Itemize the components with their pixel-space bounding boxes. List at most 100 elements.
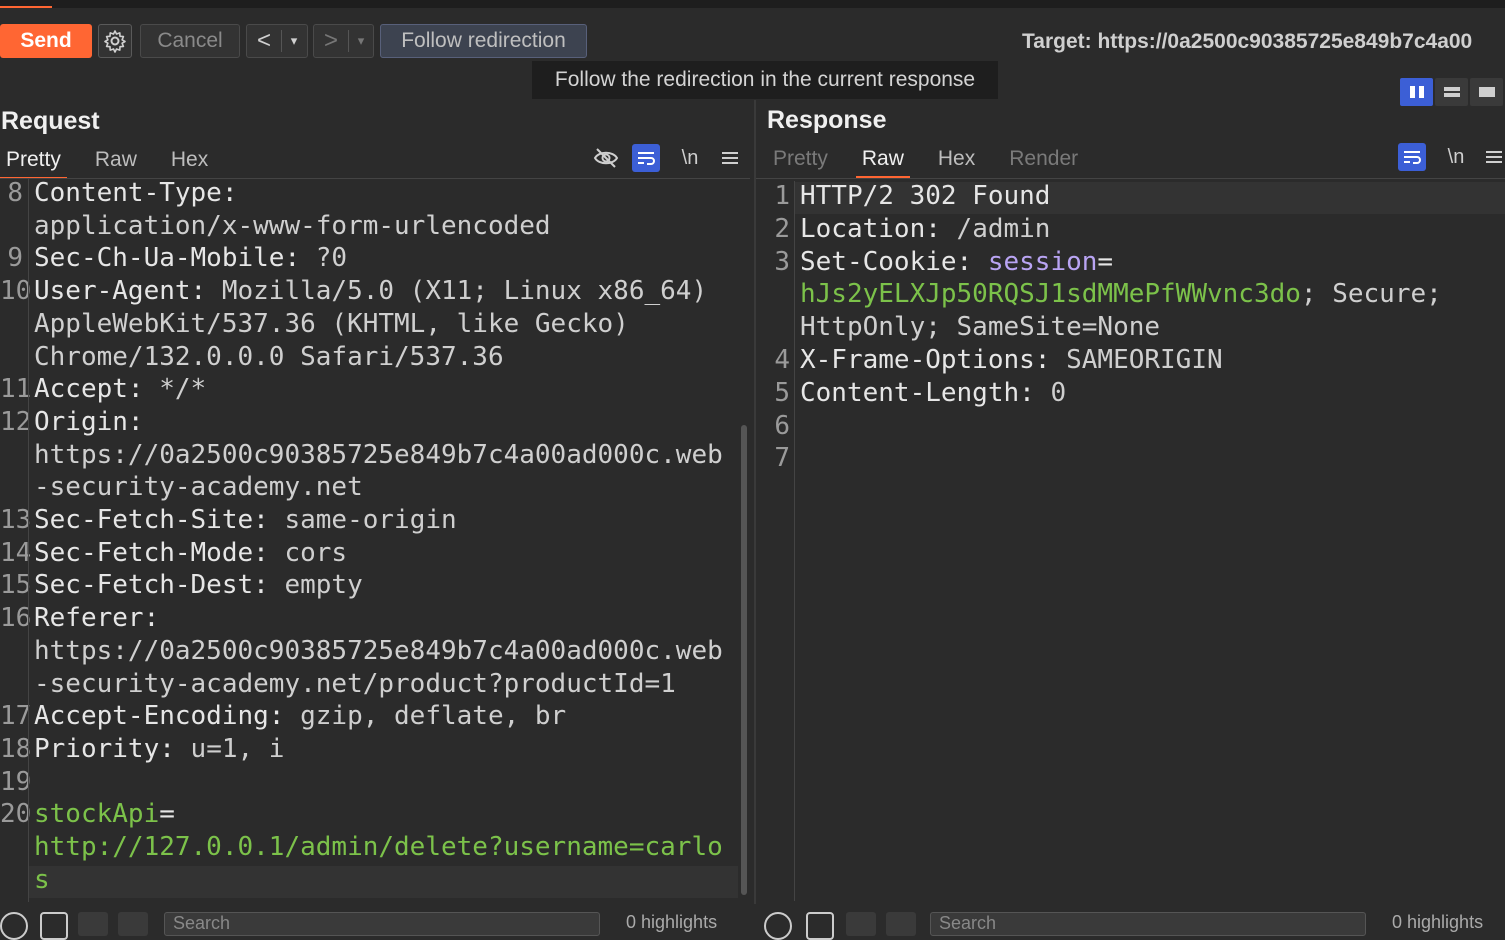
request-tab-raw[interactable]: Raw bbox=[95, 148, 137, 172]
response-tab-raw[interactable]: Raw bbox=[855, 147, 910, 178]
request-token: gzip, deflate, br bbox=[284, 701, 567, 732]
request-line-number: 20 bbox=[0, 799, 32, 830]
back-button-group[interactable]: < ▾ bbox=[246, 24, 308, 58]
request-code-line: Sec-Fetch-Mode: cors bbox=[34, 538, 347, 568]
response-editor[interactable]: 1 HTTP/2 302 Found 2 Location: /admin 3 Set-C… bbox=[766, 181, 1505, 901]
request-code-line: -security-academy.net/product?productId=… bbox=[34, 669, 676, 699]
response-search-input[interactable]: Search bbox=[930, 912, 1366, 936]
layout-single-button[interactable] bbox=[1470, 78, 1503, 106]
hide-nonprintable-button[interactable] bbox=[592, 144, 620, 172]
request-tab-icons: \n bbox=[592, 144, 744, 172]
target-url[interactable]: Target: https://0a2500c90385725e849b7c4a… bbox=[1022, 30, 1472, 54]
request-code-line: Content-Type: bbox=[34, 178, 238, 208]
request-code-line: stockApi= bbox=[34, 799, 175, 829]
request-token: Priority: bbox=[34, 733, 175, 764]
request-search-matches: 0 highlights bbox=[626, 912, 718, 932]
response-line-number: 4 bbox=[774, 345, 790, 375]
show-newlines-button[interactable]: \n bbox=[676, 147, 704, 170]
response-code-line: HttpOnly; SameSite=None bbox=[800, 312, 1160, 342]
request-token: */* bbox=[143, 374, 207, 405]
response-code-line: Set-Cookie: session= bbox=[800, 247, 1113, 277]
layout-stacked-button[interactable] bbox=[1435, 78, 1468, 106]
settings-button[interactable] bbox=[98, 24, 132, 58]
request-token: s bbox=[34, 864, 50, 895]
response-token: SAMEORIGIN bbox=[1050, 345, 1223, 375]
help-icon[interactable] bbox=[0, 912, 28, 940]
request-token: Referer: bbox=[34, 603, 160, 634]
back-dropdown-icon[interactable]: ▾ bbox=[282, 33, 306, 49]
layout-side-by-side-button[interactable] bbox=[1400, 78, 1433, 106]
pane-splitter[interactable] bbox=[754, 100, 756, 904]
response-search-prev-button[interactable] bbox=[846, 912, 876, 936]
cancel-button[interactable]: Cancel bbox=[140, 24, 240, 58]
request-token: u=1, i bbox=[174, 733, 285, 764]
request-code-line: https://0a2500c90385725e849b7c4a00ad000c… bbox=[34, 636, 723, 666]
request-code-line: Priority: u=1, i bbox=[34, 734, 284, 764]
follow-redirection-button[interactable]: Follow redirection bbox=[380, 24, 587, 58]
response-search-next-button[interactable] bbox=[886, 912, 916, 936]
response-word-wrap-button[interactable] bbox=[1398, 143, 1426, 171]
response-token: hJs2yELXJp50RQSJ1sdMMePfWWvnc3do bbox=[800, 279, 1301, 310]
request-token: Sec-Fetch-Site: bbox=[34, 505, 269, 535]
request-gutter-divider bbox=[28, 178, 29, 902]
request-code-line: https://0a2500c90385725e849b7c4a00ad000c… bbox=[34, 440, 723, 470]
request-editor[interactable]: 8 Content-Type: application/x-www-form-url… bbox=[0, 178, 740, 902]
hamburger-menu-icon bbox=[1486, 151, 1502, 163]
request-token: https://0a2500c90385725e849b7c4a00ad000c… bbox=[34, 635, 723, 666]
response-tab-hex[interactable]: Hex bbox=[938, 147, 975, 171]
search-settings-gear-icon[interactable] bbox=[40, 912, 68, 940]
request-search-input[interactable]: Search bbox=[164, 912, 600, 936]
response-token: HTTP/2 302 Found bbox=[800, 181, 1051, 211]
response-tab-render[interactable]: Render bbox=[1009, 147, 1078, 171]
request-token: http://127.0.0.1/admin/delete?username=c… bbox=[34, 832, 723, 862]
request-token: cors bbox=[268, 537, 348, 568]
request-menu-button[interactable] bbox=[716, 150, 744, 166]
forward-arrow-icon[interactable]: > bbox=[314, 25, 348, 57]
response-token: HttpOnly; SameSite=None bbox=[800, 312, 1161, 343]
response-show-newlines-button[interactable]: \n bbox=[1442, 146, 1470, 169]
response-title: Response bbox=[767, 106, 887, 134]
response-token: Content-Length: bbox=[800, 377, 1035, 408]
request-tab-hex[interactable]: Hex bbox=[171, 148, 208, 172]
request-line-number: 11 bbox=[0, 374, 32, 405]
request-token: Content-Type: bbox=[34, 178, 238, 208]
response-line-number: 7 bbox=[774, 443, 790, 474]
forward-dropdown-icon[interactable]: ▾ bbox=[349, 33, 373, 49]
response-tab-pretty[interactable]: Pretty bbox=[773, 147, 828, 171]
request-token: Sec-Ch-Ua-Mobile: bbox=[34, 243, 301, 274]
request-token: Sec-Fetch-Mode: bbox=[34, 537, 269, 568]
request-token: Chrome/132.0.0.0 Safari/537.36 bbox=[34, 341, 504, 372]
search-prev-button[interactable] bbox=[78, 912, 108, 936]
response-search-settings-gear-icon[interactable] bbox=[806, 912, 834, 940]
forward-button-group[interactable]: > ▾ bbox=[313, 24, 374, 58]
columns-icon bbox=[1409, 86, 1424, 98]
request-code-line: application/x-www-form-urlencoded bbox=[34, 211, 551, 241]
response-line-number: 5 bbox=[774, 377, 790, 408]
response-search-matches: 0 highlights bbox=[1392, 912, 1484, 932]
word-wrap-button[interactable] bbox=[632, 144, 660, 172]
request-token: empty bbox=[268, 570, 363, 601]
response-code-line: Location: /admin bbox=[800, 214, 1050, 244]
request-token: Accept-Encoding: bbox=[34, 701, 285, 732]
request-token: ?0 bbox=[300, 243, 348, 274]
request-token: AppleWebKit/537.36 (KHTML, like Gecko) bbox=[34, 308, 629, 339]
request-token: -security-academy.net/product?productId=… bbox=[34, 668, 676, 699]
follow-redirection-tooltip: Follow the redirection in the current re… bbox=[532, 61, 998, 99]
request-title: Request bbox=[1, 107, 100, 135]
request-tab-pretty[interactable]: Pretty bbox=[0, 148, 67, 179]
send-button[interactable]: Send bbox=[0, 24, 92, 58]
request-line-number: 14 bbox=[0, 537, 32, 568]
response-menu-button[interactable] bbox=[1482, 149, 1505, 165]
search-next-button[interactable] bbox=[118, 912, 148, 936]
response-help-icon[interactable] bbox=[764, 912, 792, 940]
bottom-search-bar: Search 0 highlights Search 0 highlights bbox=[0, 904, 1505, 940]
response-token: 0 bbox=[1034, 377, 1067, 408]
request-scrollbar[interactable] bbox=[741, 425, 747, 895]
response-token: Set-Cookie: bbox=[800, 246, 973, 277]
response-code-line: X-Frame-Options: SAMEORIGIN bbox=[800, 345, 1223, 375]
rows-icon bbox=[1443, 87, 1460, 97]
response-code-line: Content-Length: 0 bbox=[800, 378, 1066, 408]
response-line-number: 2 bbox=[774, 213, 790, 244]
request-code-line: Sec-Ch-Ua-Mobile: ?0 bbox=[34, 243, 347, 273]
back-arrow-icon[interactable]: < bbox=[247, 25, 281, 57]
